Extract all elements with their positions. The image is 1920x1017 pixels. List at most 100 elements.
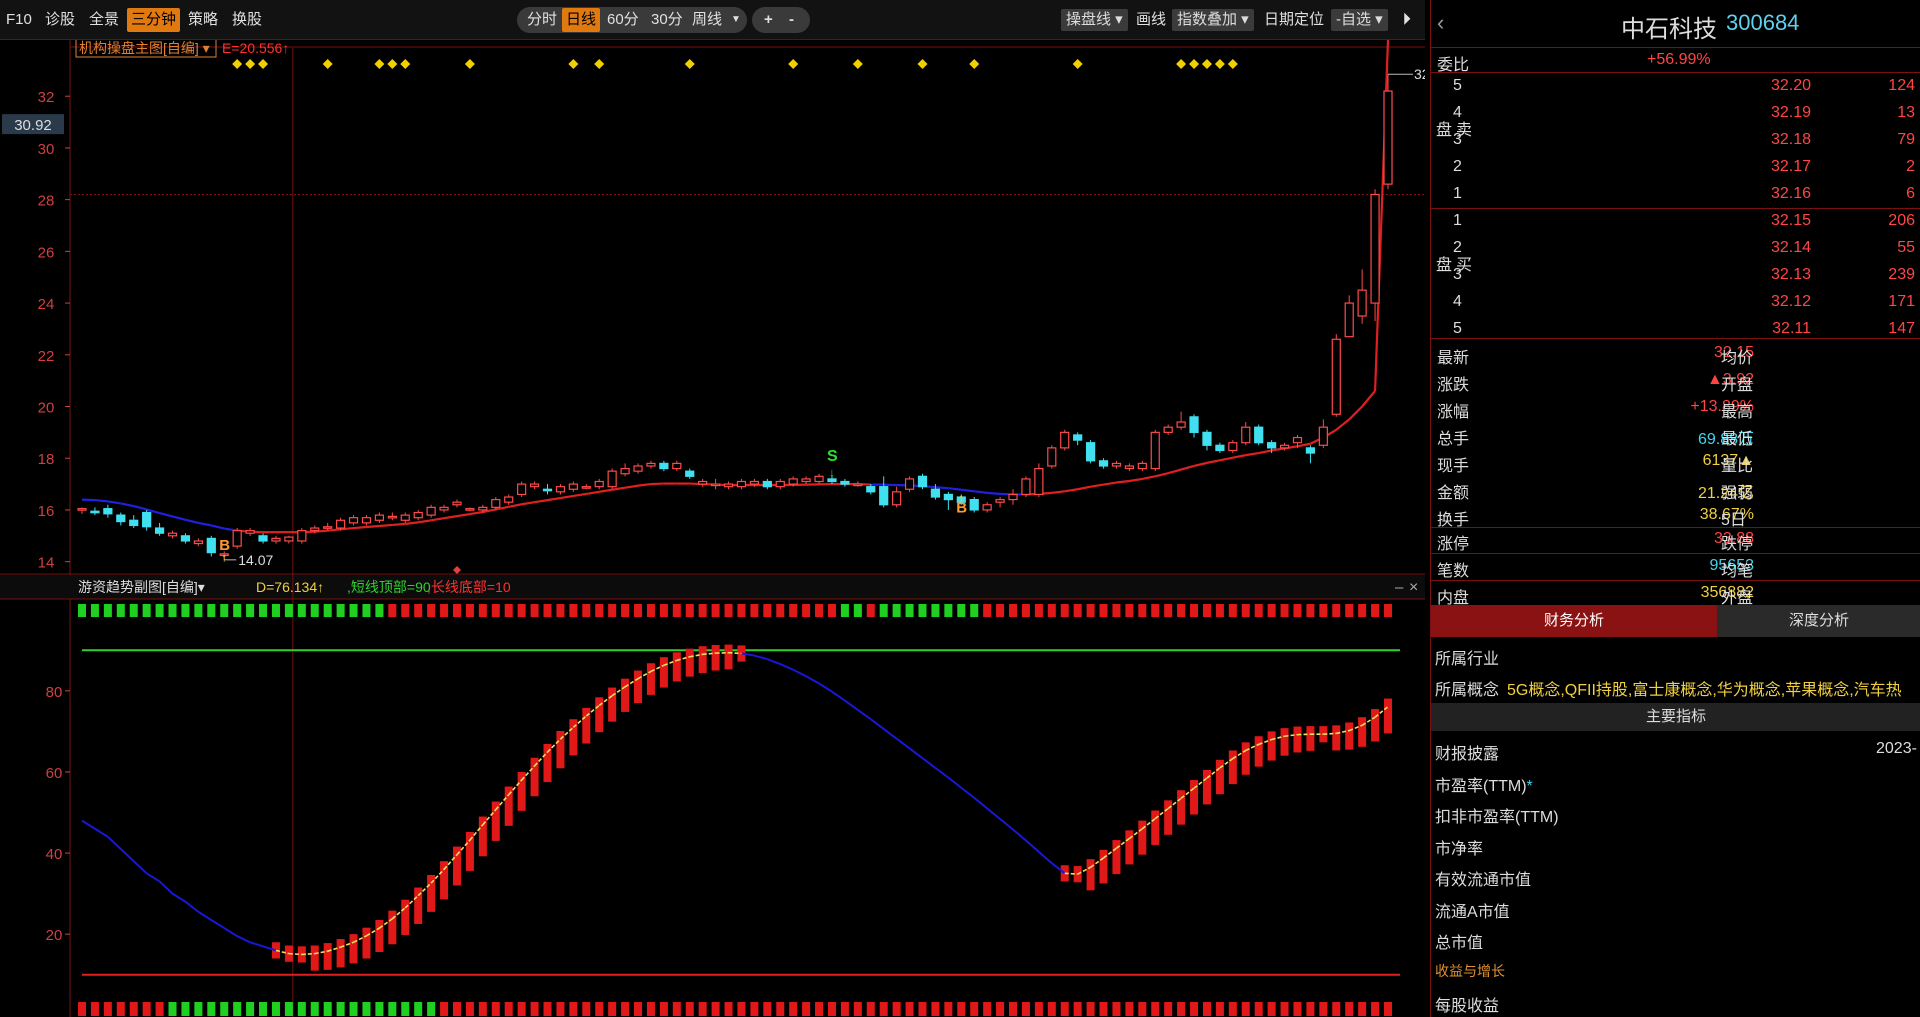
close-button: × — [1409, 579, 1418, 596]
candle-body — [1163, 426, 1173, 433]
ma-line-segment — [379, 523, 393, 528]
bottom-status-bar — [1358, 1002, 1367, 1016]
tab-financial-analysis[interactable]: 财务分析 — [1431, 605, 1717, 637]
indicator-item[interactable]: 扣非市盈率(TTM) — [1435, 803, 1559, 827]
top-status-bar — [375, 604, 384, 617]
chevron-down-icon[interactable]: ▼ — [731, 8, 741, 32]
bottom-status-bar — [1021, 1002, 1030, 1016]
tab-intraday[interactable]: 分时 — [527, 8, 557, 32]
candle-body — [723, 483, 734, 488]
trend-bar — [711, 645, 720, 671]
candle-body — [1331, 338, 1341, 415]
top-status-bar — [892, 604, 901, 617]
candle-body — [1021, 478, 1031, 496]
top-status-bar — [181, 604, 190, 617]
tab-30min[interactable]: 30分 — [651, 8, 683, 32]
indicator-item[interactable]: 市盈率(TTM)* — [1435, 772, 1533, 796]
draw-button[interactable]: 画线 — [1136, 8, 1166, 32]
indicator-item[interactable]: 流通A市值 — [1435, 898, 1510, 922]
tab-weekly[interactable]: 周线 — [692, 8, 722, 32]
candle-body — [969, 498, 979, 511]
indicator-item[interactable]: 财报披露 — [1435, 740, 1499, 764]
candle-body — [400, 514, 410, 521]
candle-body — [426, 506, 436, 516]
y-tick-label: 18 — [38, 451, 55, 468]
top-status-bar — [1151, 604, 1160, 617]
chart-area[interactable]: 14 16 18 20 22 24 26 28 30 32 20 40 60 80 30.92 机构操盘主图[… — [0, 40, 1425, 1017]
kline-chart[interactable]: 14 16 18 20 22 24 26 28 30 32 20 40 60 80 30.92 机构操盘主图[… — [0, 40, 1425, 1017]
swap-stock-button[interactable]: 换股 — [232, 8, 262, 32]
f10-button[interactable]: F10 — [6, 8, 32, 32]
trend-bar — [1099, 849, 1108, 884]
ask-price: 32.20 — [1770, 77, 1811, 94]
tab-daily[interactable]: 日线 — [562, 8, 601, 32]
panorama-button[interactable]: 全景 — [89, 8, 119, 32]
top-status-bar — [582, 604, 591, 617]
candle-body — [1047, 447, 1057, 467]
indicator-item[interactable]: 总市值 — [1435, 929, 1483, 953]
cursor-price-label: 30.92 — [14, 117, 52, 134]
bottom-status-bar — [802, 1002, 811, 1016]
top-status-bar — [1009, 604, 1018, 617]
ma-line-segment — [948, 487, 962, 491]
bottom-status-bar — [504, 1002, 513, 1016]
candle-body — [1279, 444, 1290, 449]
trend-bar — [1241, 742, 1250, 775]
candle-body — [323, 526, 333, 529]
candle-body — [866, 486, 876, 493]
diagnose-button[interactable]: 诊股 — [45, 8, 75, 32]
date-locate-button[interactable]: 日期定位 — [1264, 8, 1324, 32]
zoom-in-button[interactable]: + — [764, 8, 773, 32]
top-status-bar — [1319, 604, 1328, 617]
indicator-item[interactable]: 有效流通市值 — [1435, 866, 1531, 890]
bottom-status-bar — [1202, 1002, 1211, 1016]
three-minute-button[interactable]: 三分钟 — [127, 8, 181, 32]
candle-body — [1228, 442, 1238, 452]
candle-body — [374, 514, 385, 521]
bottom-status-bar — [517, 1002, 526, 1016]
top-status-bar — [1177, 604, 1186, 617]
top-status-bar — [1112, 604, 1121, 617]
candle-body — [439, 506, 449, 511]
top-status-bar — [259, 604, 268, 617]
expand-icon[interactable]: ⏵ — [1403, 8, 1411, 32]
indicator-item[interactable]: 收益与增长 — [1435, 961, 1505, 981]
concept-list[interactable]: 5G概念,QFII持股,富士康概念,华为概念,苹果概念,汽车热 — [1507, 676, 1902, 700]
index-overlay-dropdown[interactable]: 指数叠加 ▾ — [1172, 9, 1254, 31]
indicator-item[interactable]: 每股收益 — [1435, 992, 1499, 1016]
trend-bar — [1280, 728, 1289, 756]
bid-price: 32.12 — [1770, 293, 1811, 310]
ma-line-segment — [650, 482, 664, 486]
trend-bar — [388, 910, 397, 945]
candle-body — [77, 508, 87, 511]
trend-bar — [1332, 725, 1341, 751]
zoom-out-button[interactable]: - — [789, 8, 794, 32]
operate-line-dropdown[interactable]: 操盘线 ▾ — [1061, 9, 1128, 31]
bottom-status-bar — [1112, 1002, 1121, 1016]
main-indicators-header: 主要指标 — [1431, 703, 1920, 731]
watchlist-dropdown[interactable]: -自选 ▾ — [1331, 9, 1388, 31]
bottom-status-bar — [530, 1002, 539, 1016]
bottom-status-bar — [129, 1002, 138, 1016]
bottom-status-bar — [1319, 1002, 1328, 1016]
stat-label: 总手 — [1437, 431, 1470, 448]
bottom-status-bar — [246, 1002, 255, 1016]
ask-price: 32.16 — [1770, 185, 1811, 202]
stat-label-right: 量比 — [1721, 458, 1754, 475]
bottom-status-bar — [1345, 1002, 1354, 1016]
stat-label: 最新 — [1437, 350, 1470, 367]
strategy-button[interactable]: 策略 — [188, 8, 218, 32]
chevron-left-icon[interactable]: ‹ — [1437, 10, 1444, 36]
y-tick-label: 16 — [38, 503, 55, 520]
tab-60min[interactable]: 60分 — [607, 8, 639, 32]
stat-row: 最新 32.15 均价 — [1431, 340, 1920, 367]
top-status-bar — [142, 604, 151, 617]
stat-row: 涨跌 ▲3.92 开盘 — [1431, 367, 1920, 394]
tab-deep-analysis[interactable]: 深度分析 — [1717, 605, 1920, 637]
indicator-item[interactable]: 市净率 — [1435, 835, 1483, 859]
top-status-bar — [1383, 604, 1393, 617]
bottom-status-bar — [478, 1002, 487, 1016]
bottom-status-bar — [776, 1002, 785, 1016]
top-status-bar — [336, 604, 345, 617]
sell-arrow-icon: ↓ — [829, 465, 835, 479]
